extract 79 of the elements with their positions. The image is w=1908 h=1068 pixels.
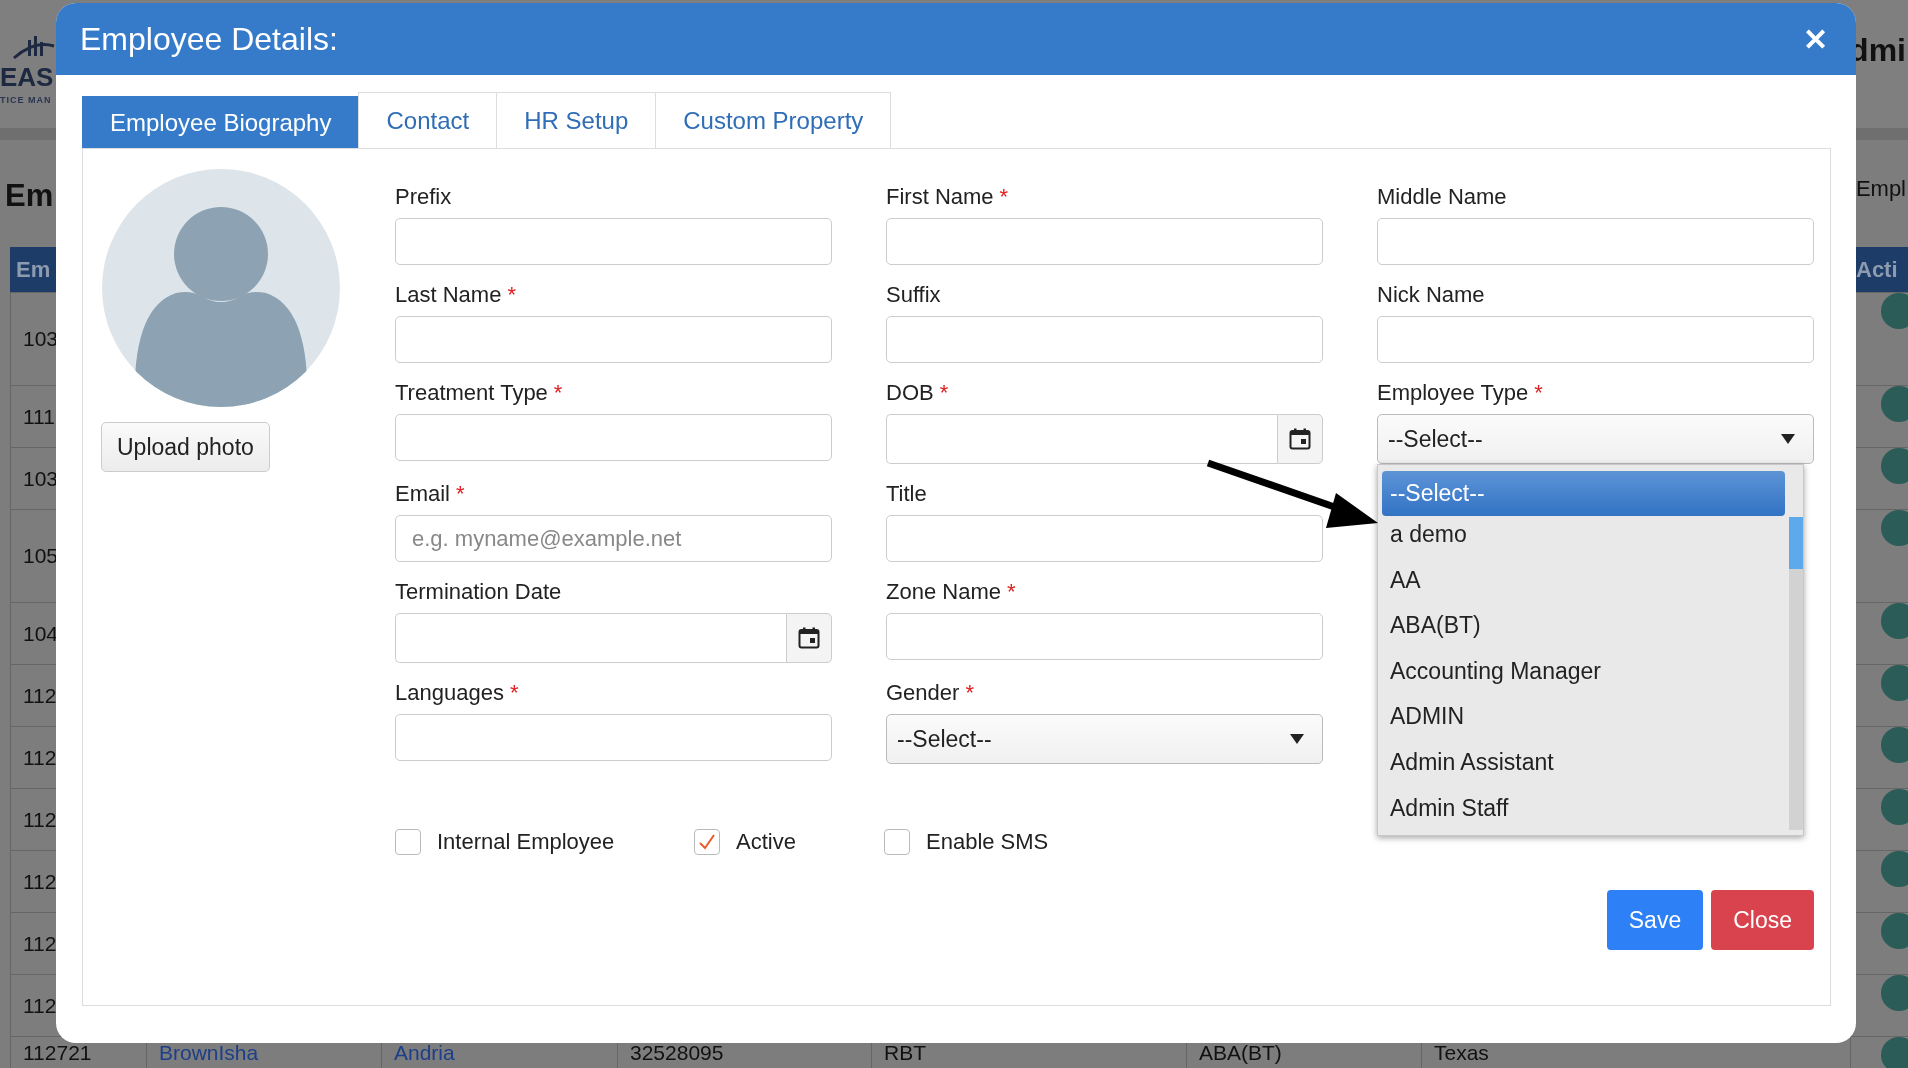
action-icon[interactable]: [1881, 851, 1908, 887]
checkbox[interactable]: [694, 829, 720, 855]
field-label: Zone Name *: [886, 579, 1017, 605]
dropdown-option[interactable]: AA: [1382, 561, 1789, 599]
checkbox-label: Active: [736, 829, 796, 855]
tab[interactable]: Custom Property: [655, 92, 892, 148]
checkbox[interactable]: [884, 829, 910, 855]
column-header: Em: [15, 256, 52, 284]
tab[interactable]: Employee Biography: [82, 96, 360, 148]
action-icon[interactable]: [1881, 913, 1908, 949]
avatar-icon: [101, 168, 341, 408]
scrollbar-thumb[interactable]: [1789, 517, 1803, 569]
field-label: Termination Date: [395, 579, 563, 605]
field-label: Languages *: [395, 680, 520, 706]
logo-icon: [12, 36, 56, 62]
input-field[interactable]: e.g. myname@example.net: [395, 515, 832, 562]
checkbox[interactable]: [395, 829, 421, 855]
action-icon[interactable]: [1881, 386, 1908, 422]
input-field[interactable]: [395, 218, 832, 265]
dropdown-option[interactable]: Accounting Manager: [1382, 652, 1789, 691]
dropdown-option[interactable]: ABA(BT): [1382, 606, 1789, 645]
calendar-button[interactable]: [786, 613, 832, 663]
field-label: DOB *: [886, 380, 950, 406]
action-icon[interactable]: [1881, 789, 1908, 825]
select-field[interactable]: --Select--: [1377, 414, 1814, 464]
dropdown-option[interactable]: a demo: [1382, 515, 1789, 554]
dialog-title: Employee Details:: [80, 20, 338, 58]
action-icon[interactable]: [1881, 665, 1908, 701]
input-field[interactable]: [1377, 218, 1814, 265]
caret-icon: [1781, 434, 1795, 444]
checkbox-label: Enable SMS: [926, 829, 1049, 855]
action-icon[interactable]: [1881, 603, 1908, 639]
field-label: Gender *: [886, 680, 975, 706]
field-label: Middle Name: [1377, 184, 1508, 210]
dropdown-option[interactable]: ADMIN: [1382, 698, 1789, 736]
close-dialog-button[interactable]: Close: [1711, 890, 1814, 950]
input-field[interactable]: [395, 714, 832, 761]
calendar-icon: [1289, 428, 1311, 450]
column-header: Acti: [1855, 256, 1899, 284]
field-label: First Name *: [886, 184, 1010, 210]
logo-tagline: TICE MAN: [0, 95, 53, 105]
input-field[interactable]: [886, 316, 1323, 363]
field-label: Prefix: [395, 184, 453, 210]
input-field[interactable]: [886, 515, 1323, 562]
select-field[interactable]: --Select--: [886, 714, 1323, 764]
side-heading: Empl: [1855, 175, 1906, 202]
field-label: Title: [886, 481, 928, 507]
dropdown-option[interactable]: Admin Staff: [1382, 789, 1789, 828]
input-field[interactable]: [1377, 316, 1814, 363]
calendar-button[interactable]: [1277, 414, 1323, 464]
input-field[interactable]: [395, 316, 832, 363]
field-label: Last Name *: [395, 282, 517, 308]
action-icon[interactable]: [1881, 975, 1908, 1011]
action-icon[interactable]: [1881, 293, 1908, 329]
logo-text: EAS: [0, 62, 54, 92]
date-field[interactable]: [395, 613, 786, 663]
tab[interactable]: Contact: [358, 92, 498, 148]
action-icon[interactable]: [1881, 448, 1908, 484]
check-icon: [698, 833, 716, 851]
close-button[interactable]: ✕: [1803, 21, 1828, 57]
input-field[interactable]: [886, 613, 1323, 660]
input-field[interactable]: [886, 218, 1323, 265]
field-label: Nick Name: [1377, 282, 1486, 308]
field-label: Employee Type *: [1377, 380, 1544, 406]
date-field[interactable]: [886, 414, 1277, 464]
action-icon[interactable]: [1881, 727, 1908, 763]
save-button[interactable]: Save: [1606, 890, 1704, 950]
calendar-icon: [798, 627, 820, 649]
field-label: Email *: [395, 481, 466, 507]
field-label: Suffix: [886, 282, 942, 308]
field-label: Treatment Type *: [395, 380, 564, 406]
input-field[interactable]: [395, 414, 832, 461]
caret-icon: [1290, 734, 1304, 744]
checkbox-label: Internal Employee: [437, 829, 615, 855]
page-heading: Em: [5, 177, 54, 214]
action-icon[interactable]: [1881, 510, 1908, 546]
dropdown-option[interactable]: --Select--: [1382, 471, 1785, 516]
upload-photo-button[interactable]: Upload photo: [101, 422, 270, 472]
dropdown-option[interactable]: Admin Assistant: [1382, 743, 1789, 782]
